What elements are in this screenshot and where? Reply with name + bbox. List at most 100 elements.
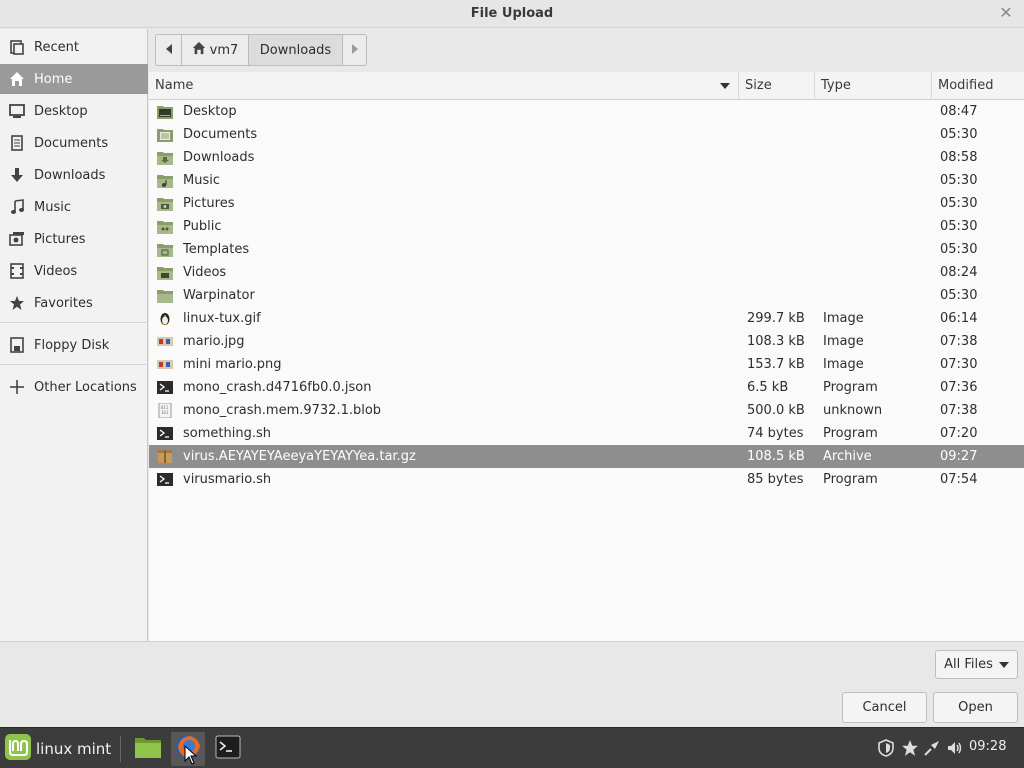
file-size: 85 bytes xyxy=(747,472,804,487)
column-header-type[interactable]: Type xyxy=(815,72,932,100)
table-row[interactable]: something.sh 74 bytes Program 07:20 xyxy=(149,422,1024,445)
sidebar-item-documents[interactable]: Documents xyxy=(0,128,148,158)
sidebar-item-videos[interactable]: Videos xyxy=(0,256,148,286)
file-modified: 08:24 xyxy=(940,265,978,280)
file-name: Public xyxy=(183,219,222,234)
file-name: mario.jpg xyxy=(183,334,245,349)
terminal-icon xyxy=(215,735,241,763)
home-icon xyxy=(192,41,206,59)
file-modified: 05:30 xyxy=(940,219,978,234)
file-type: Program xyxy=(823,472,878,487)
title-bar: File Upload ✕ xyxy=(0,0,1024,28)
file-modified: 07:38 xyxy=(940,403,978,418)
path-bar: vm7 Downloads xyxy=(155,34,367,66)
path-back-button[interactable] xyxy=(155,34,182,66)
table-row[interactable]: Documents 05:30 xyxy=(149,123,1024,146)
sidebar-item-label: Floppy Disk xyxy=(34,337,110,353)
folder-documents-icon xyxy=(157,127,173,142)
music-icon xyxy=(0,199,34,215)
table-row[interactable]: linux-tux.gif 299.7 kB Image 06:14 xyxy=(149,307,1024,330)
table-row[interactable]: Desktop 08:47 xyxy=(149,100,1024,123)
archive-icon xyxy=(157,449,173,464)
file-modified: 05:30 xyxy=(940,242,978,257)
cancel-label: Cancel xyxy=(862,700,907,715)
start-menu-button[interactable]: linux mint xyxy=(4,733,111,763)
file-name: Desktop xyxy=(183,104,237,119)
pictures-icon xyxy=(0,231,34,247)
table-row[interactable]: mario.jpg 108.3 kB Image 07:38 xyxy=(149,330,1024,353)
folder-desktop-icon xyxy=(157,104,173,119)
file-name: mini mario.png xyxy=(183,357,282,372)
file-modified: 09:27 xyxy=(940,449,978,464)
table-row[interactable]: Public 05:30 xyxy=(149,215,1024,238)
clock[interactable]: 09:28 xyxy=(969,739,1006,754)
table-row-selected[interactable]: virus.AEYAYEYAeeyaYEYAYYea.tar.gz 108.5 … xyxy=(149,445,1024,468)
downloads-icon xyxy=(0,167,34,183)
file-name: something.sh xyxy=(183,426,271,441)
column-header-name[interactable]: Name xyxy=(149,72,739,100)
taskbar-terminal[interactable] xyxy=(211,732,245,766)
cancel-button[interactable]: Cancel xyxy=(842,692,927,723)
file-name: Templates xyxy=(183,242,250,257)
videos-icon xyxy=(0,263,34,279)
table-row[interactable]: mono_crash.d4716fb0.0.json 6.5 kB Progra… xyxy=(149,376,1024,399)
table-row[interactable]: Videos 08:24 xyxy=(149,261,1024,284)
table-row[interactable]: mini mario.png 153.7 kB Image 07:30 xyxy=(149,353,1024,376)
sidebar-item-floppy-disk[interactable]: Floppy Disk xyxy=(0,330,148,360)
folder-public-icon xyxy=(157,219,173,234)
taskbar-file-manager[interactable] xyxy=(131,732,165,766)
path-forward-button[interactable] xyxy=(342,34,367,66)
file-type: Archive xyxy=(823,449,872,464)
network-icon[interactable] xyxy=(922,738,942,758)
file-modified: 05:30 xyxy=(940,196,978,211)
sidebar-item-label: Documents xyxy=(34,135,109,151)
sidebar-item-downloads[interactable]: Downloads xyxy=(0,160,148,190)
column-label: Modified xyxy=(938,78,994,93)
table-row[interactable]: Pictures 05:30 xyxy=(149,192,1024,215)
table-row[interactable]: Templates 05:30 xyxy=(149,238,1024,261)
file-size: 153.7 kB xyxy=(747,357,805,372)
table-row[interactable]: Warpinator 05:30 xyxy=(149,284,1024,307)
terminal-file-icon xyxy=(157,380,173,395)
shield-icon[interactable] xyxy=(876,738,896,758)
sidebar-item-label: Home xyxy=(34,71,73,87)
sidebar-item-favorites[interactable]: Favorites xyxy=(0,288,148,318)
file-modified: 07:20 xyxy=(940,426,978,441)
recent-icon xyxy=(0,39,34,55)
folder-videos-icon xyxy=(157,265,173,280)
sidebar-item-music[interactable]: Music xyxy=(0,192,148,222)
open-button[interactable]: Open xyxy=(933,692,1018,723)
table-row[interactable]: Music 05:30 xyxy=(149,169,1024,192)
file-modified: 07:38 xyxy=(940,334,978,349)
sidebar-item-desktop[interactable]: Desktop xyxy=(0,96,148,126)
sidebar-item-pictures[interactable]: Pictures xyxy=(0,224,148,254)
file-modified: 08:58 xyxy=(940,150,978,165)
column-header-size[interactable]: Size xyxy=(739,72,815,100)
column-header-modified[interactable]: Modified xyxy=(932,72,1024,100)
window-title: File Upload xyxy=(470,6,554,21)
chevron-right-icon xyxy=(351,43,359,58)
file-size: 500.0 kB xyxy=(747,403,805,418)
path-segment-downloads[interactable]: Downloads xyxy=(248,34,343,66)
file-modified: 05:30 xyxy=(940,288,978,303)
file-name: virusmario.sh xyxy=(183,472,272,487)
close-icon[interactable]: ✕ xyxy=(998,4,1014,22)
table-row[interactable]: 011 101 mono_crash.mem.9732.1.blob 500.0 … xyxy=(149,399,1024,422)
file-modified: 05:30 xyxy=(940,127,978,142)
volume-icon[interactable] xyxy=(945,738,965,758)
sidebar-item-other-locations[interactable]: Other Locations xyxy=(0,372,148,402)
file-size: 108.3 kB xyxy=(747,334,805,349)
file-filter-dropdown[interactable]: All Files xyxy=(935,650,1018,679)
file-modified: 05:30 xyxy=(940,173,978,188)
chevron-down-icon xyxy=(998,661,1009,668)
path-segment-home[interactable]: vm7 xyxy=(181,34,249,66)
file-modified: 08:47 xyxy=(940,104,978,119)
column-label: Name xyxy=(155,78,194,93)
table-row[interactable]: virusmario.sh 85 bytes Program 07:54 xyxy=(149,468,1024,491)
places-sidebar: Recent Home Desktop Documents Downloads xyxy=(0,29,148,641)
sidebar-item-home[interactable]: Home xyxy=(0,64,148,94)
sidebar-item-recent[interactable]: Recent xyxy=(0,32,148,62)
star-icon[interactable] xyxy=(900,738,920,758)
file-name: linux-tux.gif xyxy=(183,311,261,326)
table-row[interactable]: Downloads 08:58 xyxy=(149,146,1024,169)
